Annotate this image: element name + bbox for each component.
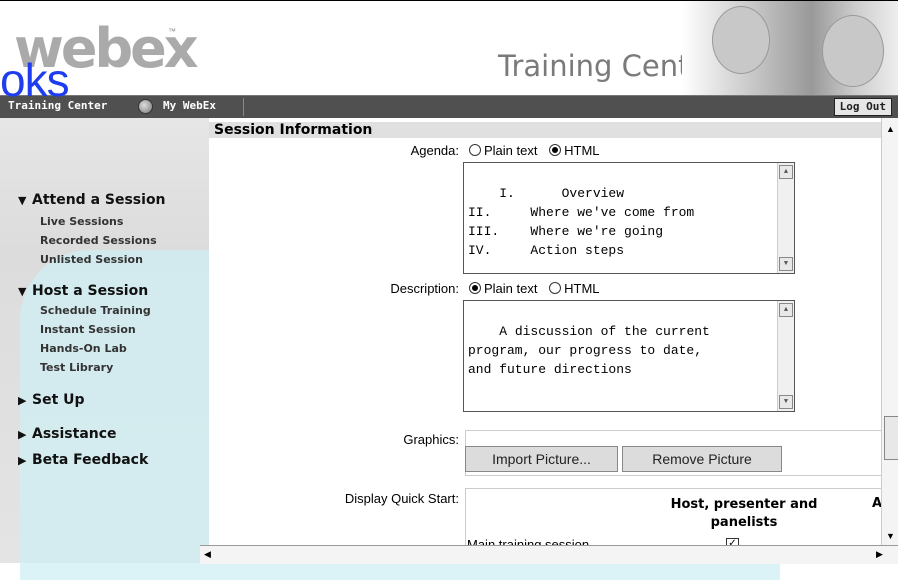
section-title: Session Information — [209, 122, 881, 138]
quick-start-col-attendees: At — [872, 496, 881, 511]
globe-icon — [138, 99, 153, 114]
agenda-textarea[interactable]: I. Overview II. Where we've come from II… — [463, 162, 795, 274]
description-textarea[interactable]: A discussion of the current program, our… — [463, 300, 795, 412]
quick-start-label: Display Quick Start: — [344, 491, 459, 506]
agenda-html-radio[interactable] — [549, 144, 562, 156]
sidebar-section-assistance[interactable]: ▶ Assistance — [18, 426, 117, 442]
scroll-down-icon[interactable]: ▼ — [779, 395, 793, 409]
description-text: A discussion of the current program, our… — [468, 324, 710, 377]
scrollbar-thumb[interactable] — [884, 416, 898, 460]
top-nav-bar: Training Center My WebEx Log Out — [0, 95, 898, 119]
agenda-html-label: HTML — [564, 143, 600, 158]
expanded-triangle-icon: ▼ — [18, 194, 27, 207]
sidebar-link-live-sessions[interactable]: Live Sessions — [40, 215, 123, 228]
description-html-radio[interactable] — [549, 282, 562, 294]
description-scrollbar[interactable]: ▲ ▼ — [777, 301, 794, 411]
quick-start-host-checkbox[interactable]: ✓ — [726, 538, 739, 545]
remove-picture-button[interactable]: Remove Picture — [622, 446, 782, 472]
scroll-left-icon[interactable]: ◀ — [204, 549, 211, 560]
quick-start-row-label: Main training session — [467, 537, 590, 545]
agenda-plain-radio[interactable] — [469, 144, 481, 156]
logout-button[interactable]: Log Out — [833, 98, 892, 116]
sidebar-link-recorded-sessions[interactable]: Recorded Sessions — [40, 234, 157, 247]
horizontal-scrollbar[interactable]: ◀ ▶ — [200, 545, 898, 564]
description-format-radios: Plain text HTML — [469, 281, 600, 296]
main-content: Session Information Agenda: Plain text H… — [209, 118, 881, 545]
agenda-text: I. Overview II. Where we've come from II… — [468, 186, 695, 258]
collapsed-triangle-icon: ▶ — [18, 394, 27, 407]
agenda-scrollbar[interactable]: ▲ ▼ — [777, 163, 794, 273]
sidebar-link-instant-session[interactable]: Instant Session — [40, 323, 136, 336]
scroll-up-icon[interactable]: ▲ — [886, 124, 895, 134]
sidebar-link-hands-on-lab[interactable]: Hands-On Lab — [40, 342, 127, 355]
description-html-label: HTML — [564, 281, 600, 296]
scroll-up-icon[interactable]: ▲ — [779, 165, 793, 179]
sidebar-link-test-library[interactable]: Test Library — [40, 361, 113, 374]
scroll-down-icon[interactable]: ▼ — [886, 531, 895, 541]
sidebar-section-beta-feedback[interactable]: ▶ Beta Feedback — [18, 452, 148, 468]
trademark-mark: ™ — [168, 27, 176, 36]
header: webex ™ Training Center — [0, 0, 898, 96]
collapsed-triangle-icon: ▶ — [18, 454, 27, 467]
overlay-text: oks — [0, 54, 70, 106]
scroll-down-icon[interactable]: ▼ — [779, 257, 793, 271]
sidebar-section-host[interactable]: ▼ Host a Session — [18, 283, 148, 299]
expanded-triangle-icon: ▼ — [18, 285, 27, 298]
description-label: Description: — [390, 281, 459, 296]
sidebar-link-schedule-training[interactable]: Schedule Training — [40, 304, 151, 317]
nav-divider — [243, 98, 244, 116]
header-photo — [682, 1, 898, 96]
scroll-up-icon[interactable]: ▲ — [779, 303, 793, 317]
description-plain-radio[interactable] — [469, 282, 481, 294]
vertical-scrollbar[interactable]: ▲ ▼ — [881, 118, 898, 545]
graphics-label: Graphics: — [403, 432, 459, 447]
agenda-label: Agenda: — [410, 143, 459, 158]
import-picture-button[interactable]: Import Picture... — [465, 446, 618, 472]
nav-my-webex[interactable]: My WebEx — [163, 99, 216, 112]
description-plain-label: Plain text — [484, 281, 538, 296]
quick-start-col-host: Host, presenter and panelists — [670, 497, 818, 530]
scroll-right-icon[interactable]: ▶ — [876, 549, 883, 560]
agenda-plain-label: Plain text — [484, 143, 538, 158]
sidebar-section-setup[interactable]: ▶ Set Up — [18, 392, 85, 408]
agenda-format-radios: Plain text HTML — [469, 143, 600, 158]
sidebar-link-unlisted-session[interactable]: Unlisted Session — [40, 253, 143, 266]
collapsed-triangle-icon: ▶ — [18, 428, 27, 441]
sidebar-section-attend[interactable]: ▼ Attend a Session — [18, 192, 166, 208]
